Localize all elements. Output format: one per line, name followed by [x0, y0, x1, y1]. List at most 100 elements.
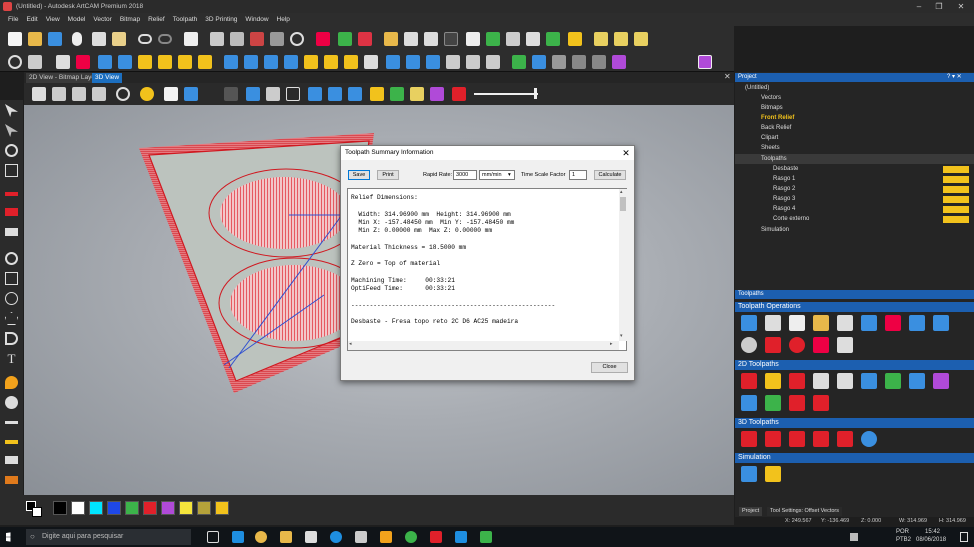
- input-language[interactable]: POR: [896, 529, 909, 535]
- node-edit-icon[interactable]: [338, 32, 352, 46]
- wrap-icon[interactable]: [572, 55, 586, 69]
- star-icon[interactable]: [466, 32, 480, 46]
- redo-icon[interactable]: [158, 34, 172, 44]
- menu-edit[interactable]: Edit: [22, 16, 41, 23]
- tree-root[interactable]: (Untitled): [735, 83, 974, 93]
- close-button[interactable]: Close: [591, 362, 628, 373]
- toolpath-folder-icon[interactable]: [813, 315, 829, 331]
- view-slider-handle[interactable]: [534, 88, 537, 99]
- import-toolpath-icon[interactable]: [837, 315, 853, 331]
- tree-simulation[interactable]: Simulation: [735, 225, 974, 235]
- zoom-icon[interactable]: [8, 55, 22, 69]
- arch-icon[interactable]: [592, 55, 606, 69]
- pencil-yellow-icon[interactable]: [5, 440, 18, 444]
- layers-icon[interactable]: [250, 32, 264, 46]
- sculpt-brush-icon[interactable]: [5, 396, 18, 409]
- tree-desbaste[interactable]: Desbaste: [735, 164, 974, 174]
- tray-icons[interactable]: [850, 533, 858, 541]
- acrobat-icon[interactable]: [430, 531, 442, 543]
- swatch-olive[interactable]: [197, 501, 211, 515]
- paint-brush-icon[interactable]: [5, 476, 18, 484]
- tree-rasgo-3[interactable]: Rasgo 3: [735, 194, 974, 204]
- menu-help[interactable]: Help: [273, 16, 294, 23]
- shade-icon[interactable]: [246, 87, 260, 101]
- rest-machining-icon[interactable]: [789, 431, 805, 447]
- tab-3d-view[interactable]: 3D View: [92, 73, 123, 83]
- tree-front-relief[interactable]: Front Relief: [735, 113, 974, 123]
- calculator-icon[interactable]: [765, 315, 781, 331]
- time-scale-input[interactable]: 1: [569, 170, 587, 180]
- save-toolpath-icon[interactable]: [741, 315, 757, 331]
- menu-window[interactable]: Window: [241, 16, 272, 23]
- print-button[interactable]: Print: [377, 170, 399, 180]
- scissors-icon[interactable]: [424, 32, 438, 46]
- clipart-icon[interactable]: [198, 55, 212, 69]
- tab-tool-settings[interactable]: Tool Settings: Offset Vectors: [767, 507, 842, 516]
- curve-icon[interactable]: [444, 32, 458, 46]
- copy-icon[interactable]: [92, 32, 106, 46]
- app-p-icon[interactable]: [480, 531, 492, 543]
- block-icon[interactable]: [328, 87, 342, 101]
- section-3d-toolpaths[interactable]: 3D Toolpaths: [735, 418, 974, 428]
- relief-fill-icon[interactable]: [466, 55, 480, 69]
- tree-rasgo-4[interactable]: Rasgo 4: [735, 204, 974, 214]
- close-window-button[interactable]: ✕: [952, 0, 970, 13]
- menu-view[interactable]: View: [42, 16, 64, 23]
- settings-icon[interactable]: [28, 55, 42, 69]
- dialog-close-icon[interactable]: ✕: [619, 146, 633, 160]
- v-bit-icon[interactable]: [909, 373, 925, 389]
- bounding-box-icon[interactable]: [698, 55, 712, 69]
- relief-light-icon[interactable]: [364, 55, 378, 69]
- toolpath-edit-icon[interactable]: [885, 315, 901, 331]
- store-icon[interactable]: [305, 531, 317, 543]
- swatch-cyan[interactable]: [89, 501, 103, 515]
- sphere-icon[interactable]: [552, 55, 566, 69]
- toolpath-settings-icon[interactable]: [741, 337, 757, 353]
- tree-corte-externo[interactable]: Corte externo: [735, 214, 974, 224]
- menu-3d-printing[interactable]: 3D Printing: [201, 16, 241, 23]
- polygon-icon[interactable]: [5, 312, 18, 325]
- 3d-profile-icon[interactable]: [813, 431, 829, 447]
- scroll-left-icon[interactable]: ◂: [349, 341, 352, 347]
- block-color-icon[interactable]: [348, 87, 362, 101]
- open-folder-icon[interactable]: [28, 32, 42, 46]
- swatch-white[interactable]: [71, 501, 85, 515]
- bevel-icon[interactable]: [861, 373, 877, 389]
- view-slider[interactable]: [474, 93, 538, 95]
- reset-relief-icon[interactable]: [264, 55, 278, 69]
- transform-icon[interactable]: [290, 32, 304, 46]
- artcam-taskbar-icon[interactable]: [380, 531, 392, 543]
- relief-subtract-icon[interactable]: [304, 55, 318, 69]
- relief-invert-icon[interactable]: [426, 55, 440, 69]
- relief-icon[interactable]: [568, 32, 582, 46]
- color-shade-icon[interactable]: [390, 87, 404, 101]
- summary-report-box[interactable]: Relief Dimensions: Width: 314.96900 mm H…: [347, 188, 627, 351]
- file-explorer-icon[interactable]: [280, 531, 292, 543]
- line-tool-icon[interactable]: [5, 421, 18, 424]
- tree-back-relief[interactable]: Back Relief: [735, 123, 974, 133]
- relief-merge-icon[interactable]: [324, 55, 338, 69]
- rectangle-icon[interactable]: [5, 272, 18, 285]
- tab-2d-view[interactable]: 2D View - Bitmap Layer: [26, 73, 101, 83]
- text-tool-icon[interactable]: T: [5, 352, 18, 365]
- stipple-icon[interactable]: [813, 395, 829, 411]
- offset-icon[interactable]: [506, 32, 520, 46]
- sculpt-icon[interactable]: [244, 55, 258, 69]
- nodes-icon[interactable]: [270, 32, 284, 46]
- array-icon[interactable]: [614, 32, 628, 46]
- wireframe-icon[interactable]: [266, 87, 280, 101]
- simulate-toolpath-icon[interactable]: [741, 466, 757, 482]
- paste-icon[interactable]: [112, 32, 126, 46]
- box-select-icon[interactable]: [286, 87, 300, 101]
- vertical-scrollbar[interactable]: ▴ ▾: [619, 189, 627, 341]
- texture-toolpath-icon[interactable]: [789, 395, 805, 411]
- minimize-button[interactable]: –: [910, 0, 928, 13]
- clock-date[interactable]: 08/06/2018: [916, 537, 946, 543]
- toolpath-export-icon[interactable]: [837, 337, 853, 353]
- tree-toolpaths[interactable]: Toolpaths: [735, 154, 974, 164]
- side-view-icon[interactable]: [72, 87, 86, 101]
- section-simulation[interactable]: Simulation: [735, 453, 974, 463]
- crop-icon[interactable]: [210, 32, 224, 46]
- front-view-icon[interactable]: [52, 87, 66, 101]
- toolpath-batch-icon[interactable]: [933, 315, 949, 331]
